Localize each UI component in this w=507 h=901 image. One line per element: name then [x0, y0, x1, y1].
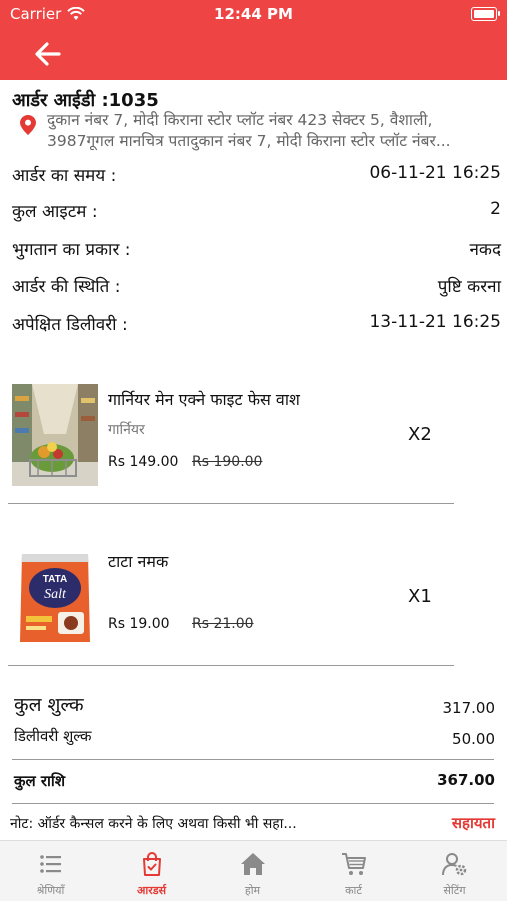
bottom-tab-bar: श्रेणियाँ आरडर्स होम कार्ट सेटिंग	[0, 840, 507, 901]
product-name: टाटा नमक	[108, 552, 169, 571]
payment-type-label: भुगतान का प्रकार :	[12, 240, 131, 260]
battery-icon	[471, 7, 500, 21]
divider	[12, 759, 494, 760]
product-item[interactable]: TATA Salt टाटा नमक Rs 19.00 Rs 21.00 X1	[0, 536, 507, 666]
tab-settings[interactable]: सेटिंग	[404, 841, 505, 901]
divider	[8, 503, 454, 504]
product-image: TATA Salt	[12, 546, 98, 648]
order-id: आर्डर आईडी :1035	[12, 90, 159, 111]
bag-icon	[143, 852, 161, 876]
location-pin-icon	[20, 115, 36, 135]
grand-total-row: कुल राशि 367.00	[14, 771, 495, 795]
divider	[8, 665, 454, 666]
grand-total-value: 367.00	[437, 771, 495, 789]
home-icon	[241, 853, 265, 875]
tab-categories[interactable]: श्रेणियाँ	[0, 841, 101, 901]
total-items-row: कुल आइटम : 2	[12, 199, 501, 227]
expected-delivery-label: अपेक्षित डिलीवरी :	[12, 315, 128, 335]
product-mrp: Rs 190.00	[192, 454, 263, 470]
product-price: Rs 19.00	[108, 616, 170, 632]
tab-label: सेटिंग	[443, 884, 466, 897]
cart-icon	[342, 853, 366, 875]
address-line-1: दुकान नंबर 7, मोदी किराना स्टोर प्लॉट नं…	[47, 111, 433, 129]
delivery-charge-value: 50.00	[452, 730, 495, 748]
tab-label: कार्ट	[345, 884, 362, 897]
list-icon	[40, 855, 61, 873]
total-items-label: कुल आइटम :	[12, 202, 98, 222]
expected-delivery-row: अपेक्षित डिलीवरी : 13-11-21 16:25	[12, 312, 501, 340]
product-brand: गार्नियर	[108, 422, 145, 438]
expected-delivery-value: 13-11-21 16:25	[369, 312, 501, 332]
payment-type-row: भुगतान का प्रकार : नकद	[12, 237, 501, 265]
tata-logo-text: TATA	[43, 574, 67, 585]
order-time-value: 06-11-21 16:25	[369, 163, 501, 183]
app-bar	[0, 30, 507, 80]
total-items-value: 2	[490, 199, 501, 219]
order-status-row: आर्डर की स्थिति : पुष्टि करना	[12, 274, 501, 302]
tab-label: आरडर्स	[136, 884, 167, 897]
divider	[12, 803, 494, 804]
salt-logo-text: Salt	[44, 587, 67, 602]
product-quantity: X2	[408, 424, 432, 445]
status-time: 12:44 PM	[214, 5, 293, 23]
total-charge-label: कुल शुल्क	[14, 694, 84, 716]
order-time-label: आर्डर का समय :	[12, 166, 117, 186]
address-line-2: 3987गूगल मानचित्र पतादुकान नंबर 7, मोदी …	[47, 132, 451, 150]
product-mrp: Rs 21.00	[192, 616, 254, 632]
product-image	[12, 384, 98, 486]
user-settings-icon	[442, 853, 467, 876]
delivery-charge-label: डिलीवरी शुल्क	[14, 727, 92, 745]
tab-label: होम	[244, 884, 261, 897]
total-charge-value: 317.00	[442, 699, 496, 717]
grand-total-label: कुल राशि	[14, 772, 66, 790]
cancel-note: नोट: ऑर्डर कैन्सल करने के लिए अथवा किसी …	[10, 816, 297, 832]
order-time-row: आर्डर का समय : 06-11-21 16:25	[12, 163, 501, 191]
tab-label: श्रेणियाँ	[36, 884, 65, 897]
total-charge-row: कुल शुल्क 317.00	[14, 691, 495, 721]
tab-orders[interactable]: आरडर्स	[101, 841, 202, 901]
help-link[interactable]: सहायता	[452, 813, 495, 833]
order-status-value: पुष्टि करना	[437, 277, 501, 297]
product-quantity: X1	[408, 586, 432, 607]
product-name: गार्नियर मेन एक्ने फाइट फेस वाश	[108, 390, 300, 409]
product-item[interactable]: गार्नियर मेन एक्ने फाइट फेस वाश गार्नियर…	[0, 374, 507, 504]
tab-cart[interactable]: कार्ट	[303, 841, 404, 901]
delivery-charge-row: डिलीवरी शुल्क 50.00	[14, 726, 495, 750]
status-bar: Carrier 12:44 PM	[0, 0, 507, 30]
order-status-label: आर्डर की स्थिति :	[12, 277, 121, 297]
back-arrow-icon[interactable]	[33, 39, 63, 69]
tab-home[interactable]: होम	[202, 841, 303, 901]
product-price: Rs 149.00	[108, 454, 179, 470]
note-row: नोट: ऑर्डर कैन्सल करने के लिए अथवा किसी …	[10, 813, 495, 837]
payment-type-value: नकद	[469, 240, 501, 260]
